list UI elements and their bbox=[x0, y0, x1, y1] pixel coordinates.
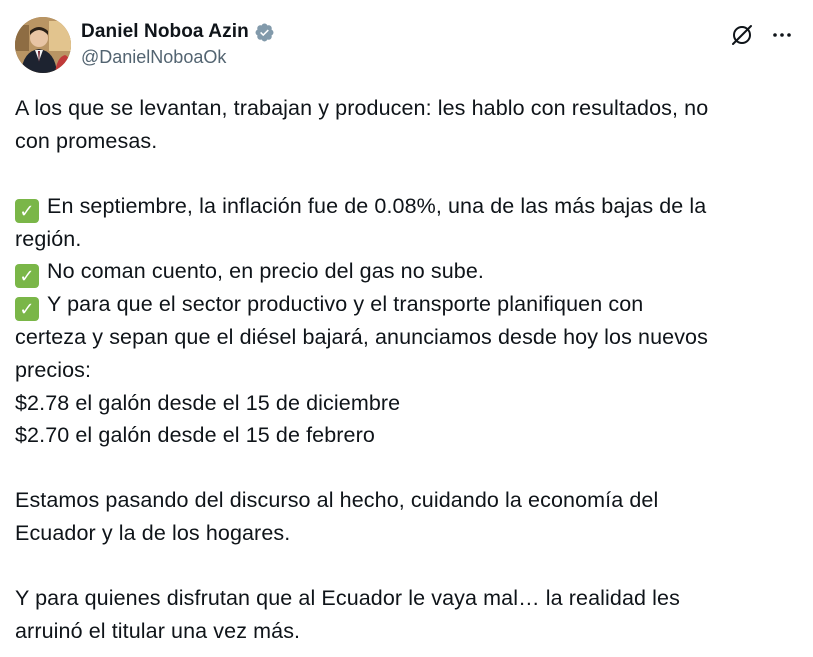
paragraph-break bbox=[15, 157, 795, 190]
text-line: arruinó el titular una vez más. bbox=[15, 618, 301, 643]
verified-badge-icon[interactable] bbox=[254, 22, 275, 43]
handle[interactable]: @DanielNoboaOk bbox=[81, 47, 275, 68]
text-line: ✓ No coman cuento, en precio del gas no s… bbox=[15, 255, 795, 289]
author-names: Daniel Noboa Azin @DanielNoboaOk bbox=[81, 19, 275, 68]
check-mark-icon: ✓ bbox=[15, 264, 39, 289]
price-line: $2.70 el galón desde el 15 de febrero bbox=[15, 423, 375, 448]
text-line: ✓ En septiembre, la inflación fue de 0.08… bbox=[15, 190, 795, 223]
tweet: Daniel Noboa Azin @DanielNoboaOk A los q… bbox=[0, 0, 813, 657]
text-line: certeza y sepan que el diésel bajará, an… bbox=[15, 325, 708, 350]
grok-icon[interactable] bbox=[730, 23, 754, 47]
text-line: A los que se levantan, trabajan y produc… bbox=[15, 96, 709, 120]
bullet-text: En septiembre, la inflación fue de 0.08%… bbox=[47, 193, 707, 218]
display-name[interactable]: Daniel Noboa Azin bbox=[81, 21, 249, 43]
avatar[interactable] bbox=[15, 17, 71, 73]
tweet-header: Daniel Noboa Azin @DanielNoboaOk bbox=[15, 15, 798, 73]
text-line: precios: bbox=[15, 357, 92, 382]
text-line: Ecuador y la de los hogares. bbox=[15, 520, 291, 545]
tweet-text: A los que se levantan, trabajan y produc… bbox=[15, 92, 795, 647]
text-line: con promesas. bbox=[15, 128, 158, 153]
bullet-text: No coman cuento, en precio del gas no su… bbox=[47, 259, 484, 284]
paragraph-break bbox=[15, 550, 795, 583]
paragraph-break bbox=[15, 452, 795, 485]
check-mark-icon: ✓ bbox=[15, 198, 39, 223]
bullet-text: Y para que el sector productivo y el tra… bbox=[47, 292, 644, 317]
check-mark-icon: ✓ bbox=[15, 297, 39, 322]
display-name-row: Daniel Noboa Azin bbox=[81, 19, 275, 45]
text-line: región. bbox=[15, 226, 82, 251]
text-line: Estamos pasando del discurso al hecho, c… bbox=[15, 488, 659, 513]
profile-photo-icon bbox=[15, 17, 71, 73]
price-line: $2.78 el galón desde el 15 de diciembre bbox=[15, 390, 401, 415]
more-icon[interactable] bbox=[770, 23, 794, 47]
text-line: Y para quienes disfrutan que al Ecuador … bbox=[15, 586, 680, 611]
text-line: ✓ Y para que el sector productivo y el tr… bbox=[15, 288, 795, 322]
header-actions bbox=[730, 23, 794, 47]
